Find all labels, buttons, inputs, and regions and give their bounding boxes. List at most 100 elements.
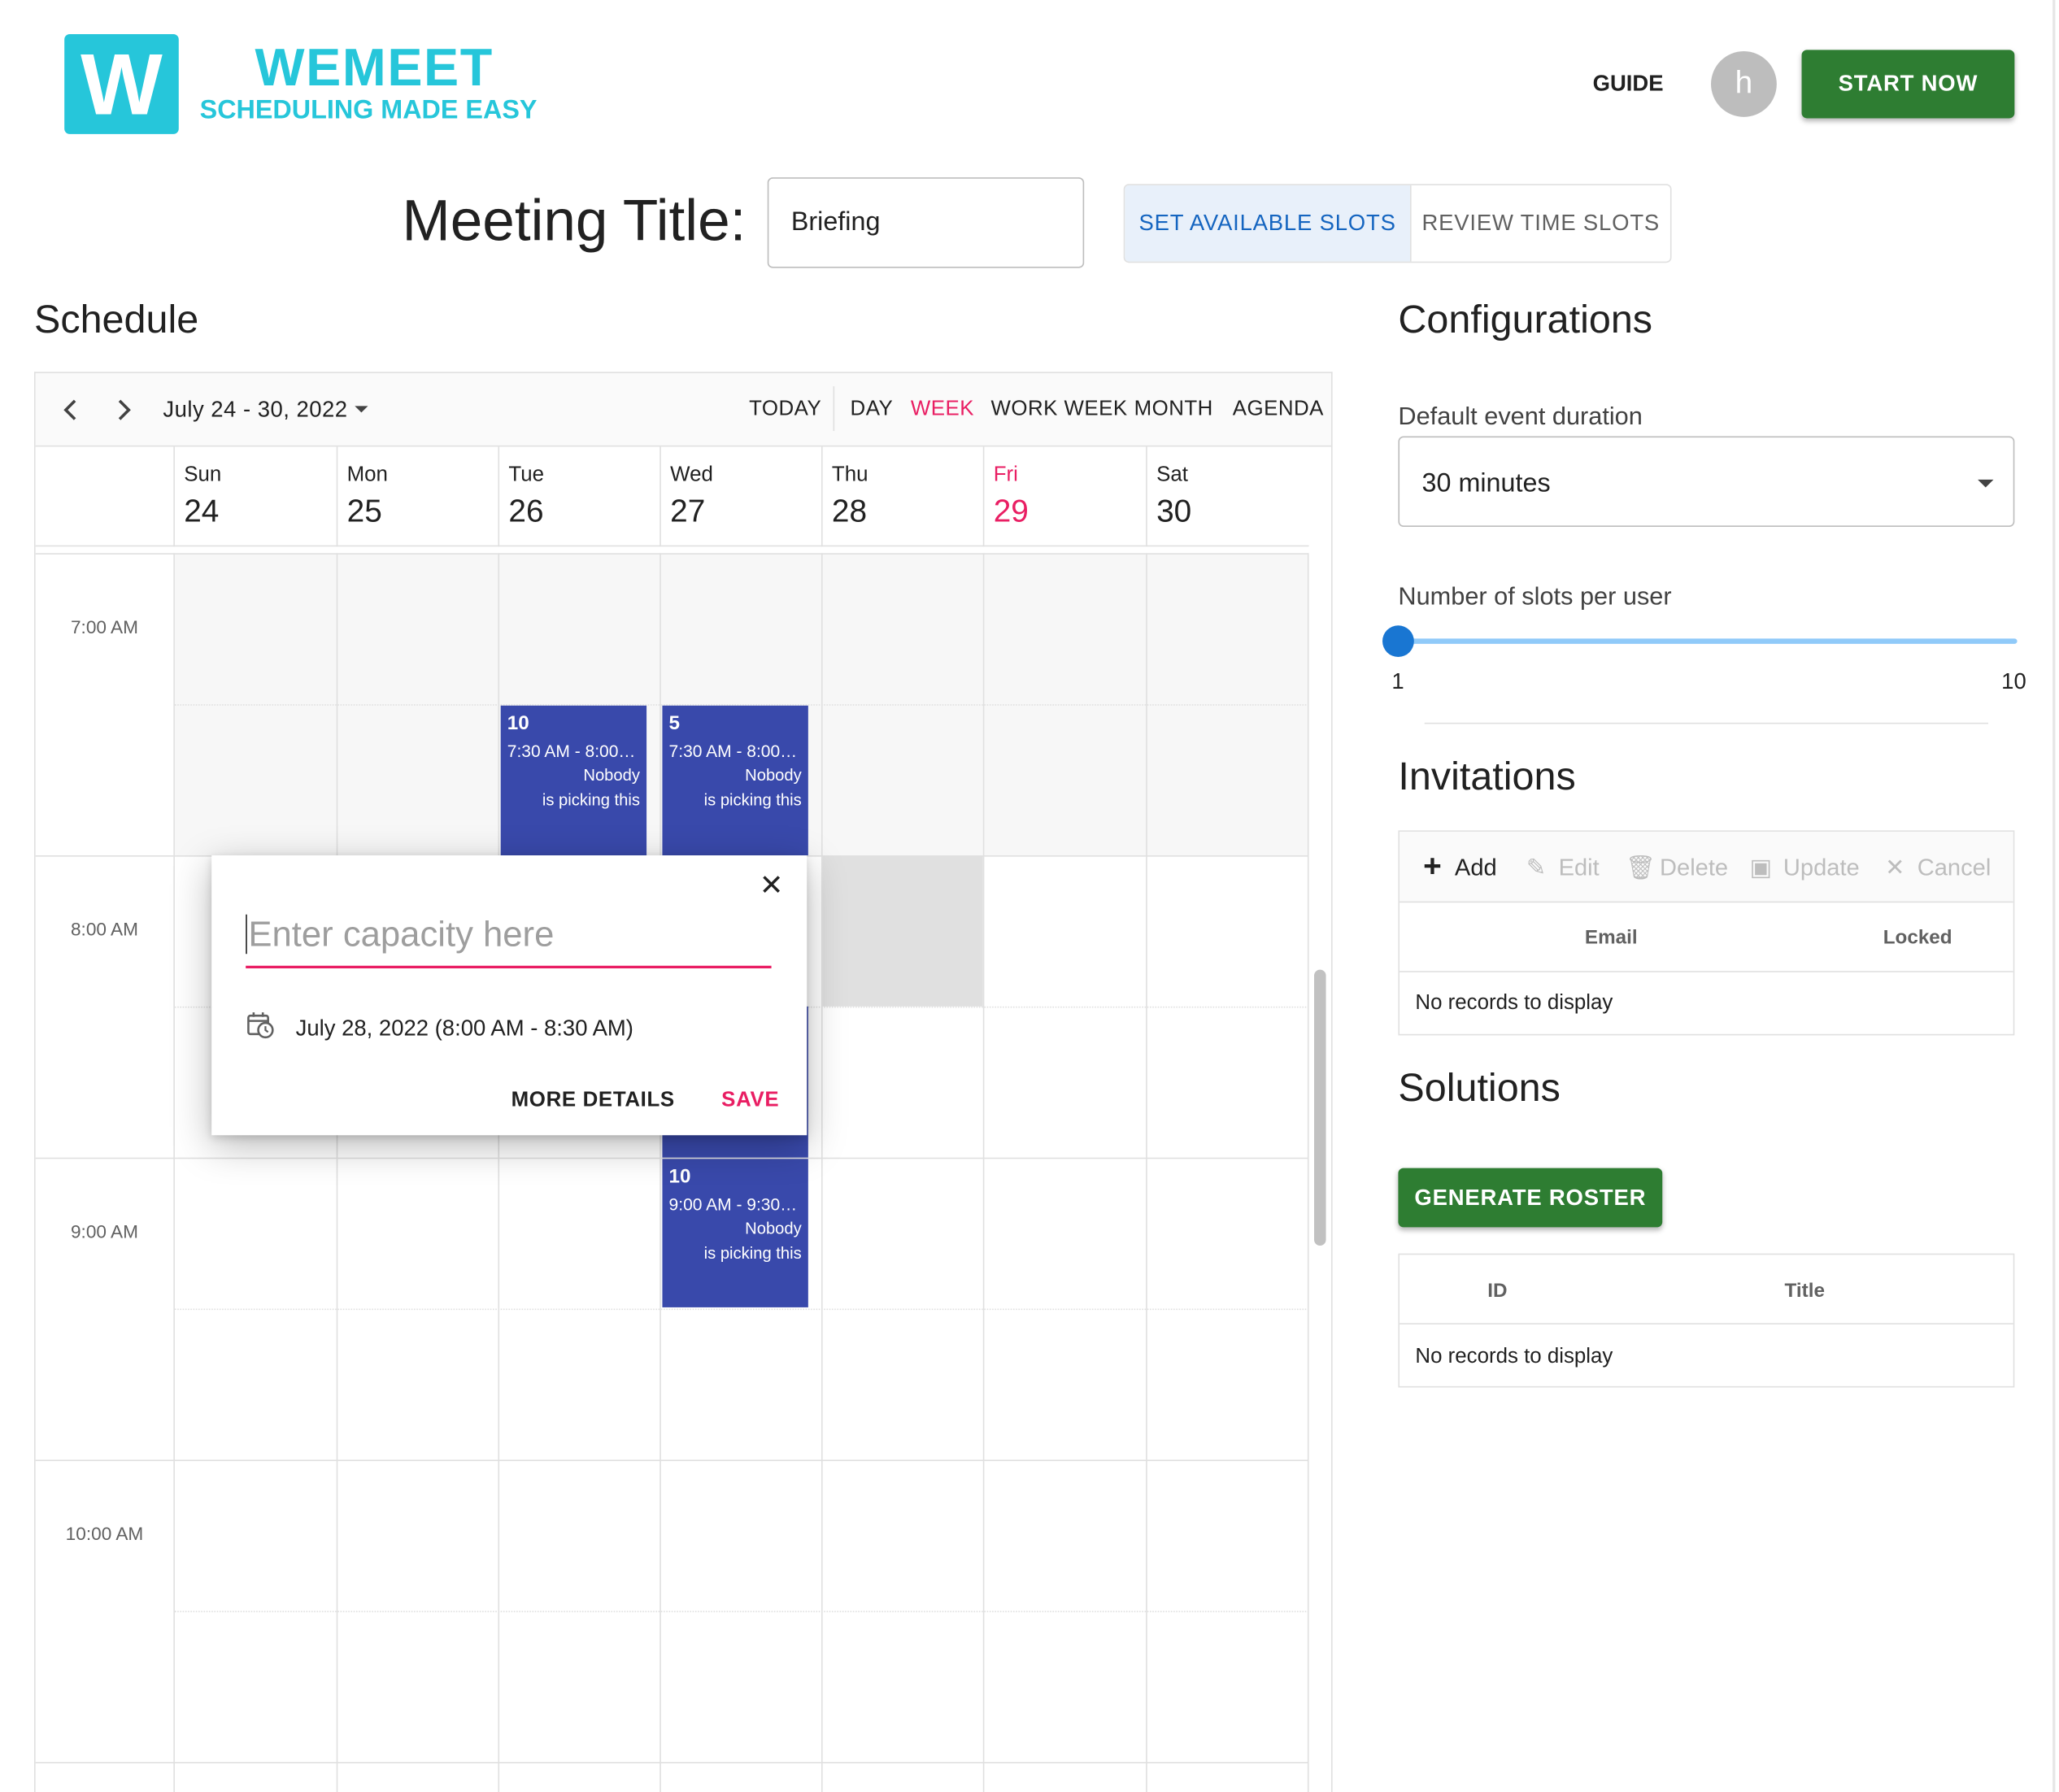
- edit-button[interactable]: ✎ Edit: [1525, 853, 1600, 882]
- day-header-mon[interactable]: Mon 25: [336, 446, 498, 547]
- hour-line: [35, 1459, 1309, 1461]
- slider-max-label: 10: [2001, 668, 2026, 694]
- day-header-sun[interactable]: Sun 24: [173, 446, 336, 547]
- half-hour-line: [173, 1308, 1309, 1311]
- day-number: 25: [346, 494, 382, 530]
- column-header-locked[interactable]: Locked: [1883, 926, 1952, 950]
- solutions-grid: ID Title No records to display: [1398, 1253, 2015, 1388]
- more-details-button[interactable]: MORE DETAILS: [511, 1088, 675, 1114]
- close-icon: ✕: [1885, 854, 1905, 881]
- view-agenda[interactable]: AGENDA: [1233, 397, 1324, 423]
- day-column-line: [982, 553, 985, 1792]
- meeting-title-input[interactable]: Briefing: [767, 177, 1085, 268]
- hour-line: [35, 1762, 1309, 1764]
- tab-set-available-slots[interactable]: SET AVAILABLE SLOTS: [1125, 185, 1412, 262]
- start-now-button[interactable]: START NOW: [1801, 50, 2015, 119]
- day-header-sat[interactable]: Sat 30: [1146, 446, 1308, 547]
- cancel-button[interactable]: ✕ Cancel: [1883, 853, 1992, 882]
- slots-label: Number of slots per user: [1398, 583, 1672, 611]
- delete-label: Delete: [1660, 854, 1729, 881]
- duration-select[interactable]: 30 minutes: [1398, 436, 2015, 528]
- solutions-title: Solutions: [1398, 1067, 1561, 1111]
- view-work-week[interactable]: WORK WEEK: [990, 397, 1127, 423]
- plus-icon: +: [1423, 848, 1442, 885]
- duration-label: Default event duration: [1398, 403, 1643, 432]
- chevron-left-icon[interactable]: [58, 395, 84, 424]
- view-day[interactable]: DAY: [851, 397, 894, 423]
- selected-time-cell[interactable]: [822, 855, 983, 1007]
- caret-down-icon: [1978, 479, 1994, 488]
- caret-down-icon[interactable]: [354, 405, 369, 415]
- update-button[interactable]: ▣ Update: [1749, 853, 1860, 882]
- event-title: 5: [668, 711, 681, 735]
- day-header-row: Sun 24 Mon 25 Tue 26 Wed 27 Thu 28 Fri 2…: [35, 446, 1309, 547]
- section-divider: [1424, 722, 1989, 724]
- date-range-label[interactable]: July 24 - 30, 2022: [163, 397, 347, 423]
- day-column-line: [1307, 553, 1309, 1792]
- tab-review-time-slots[interactable]: REVIEW TIME SLOTS: [1412, 185, 1670, 262]
- day-header-fri[interactable]: Fri 29: [982, 446, 1146, 547]
- event-block[interactable]: 10 9:00 AM - 9:30… Nobody is picking thi…: [662, 1159, 808, 1307]
- header-divider: [1400, 971, 2013, 972]
- calendar-clock-icon: [247, 1012, 274, 1039]
- event-time: 9:00 AM - 9:30…: [668, 1194, 798, 1215]
- day-name: Fri: [993, 463, 1018, 486]
- calendar-toolbar: July 24 - 30, 2022 TODAY DAY WEEK WORK W…: [35, 372, 1332, 447]
- slider-min-label: 1: [1391, 668, 1404, 694]
- delete-button[interactable]: 🗑 Delete: [1626, 853, 1728, 882]
- time-label: 9:00 AM: [70, 1220, 138, 1242]
- event-title: 10: [507, 711, 529, 735]
- event-subtitle: is picking this: [703, 790, 802, 810]
- day-number: 29: [993, 494, 1029, 530]
- day-number: 27: [670, 494, 706, 530]
- event-block[interactable]: 10 7:30 AM - 8:00… Nobody is picking thi…: [500, 705, 647, 856]
- quick-add-popover: ✕ Enter capacity here July 28, 2022 (8:0…: [211, 855, 807, 1136]
- day-column-line: [1146, 553, 1147, 1792]
- save-button[interactable]: SAVE: [721, 1088, 779, 1114]
- configurations-title: Configurations: [1398, 298, 1653, 342]
- day-name: Wed: [670, 463, 713, 486]
- event-subtitle: Nobody: [745, 766, 802, 785]
- day-header-tue[interactable]: Tue 26: [498, 446, 659, 547]
- day-column-line: [821, 553, 823, 1792]
- day-number: 26: [508, 494, 544, 530]
- invitations-title: Invitations: [1398, 755, 1576, 799]
- view-month[interactable]: MONTH: [1134, 397, 1213, 423]
- column-header-id[interactable]: ID: [1487, 1280, 1507, 1303]
- column-header-email[interactable]: Email: [1585, 926, 1638, 950]
- generate-roster-button[interactable]: GENERATE ROSTER: [1398, 1168, 1663, 1228]
- column-header-title[interactable]: Title: [1785, 1280, 1825, 1303]
- half-hour-line: [173, 1611, 1309, 1612]
- chevron-right-icon[interactable]: [111, 395, 137, 424]
- hour-line: [35, 553, 1309, 555]
- day-column-line: [336, 553, 338, 1792]
- day-column-line: [498, 553, 500, 1792]
- brand-name: WEMEET: [255, 39, 494, 98]
- day-header-thu[interactable]: Thu 28: [821, 446, 983, 547]
- event-subtitle: is picking this: [542, 790, 640, 810]
- meeting-title-label: Meeting Title:: [402, 189, 747, 254]
- guide-link[interactable]: GUIDE: [1593, 70, 1664, 99]
- empty-message: No records to display: [1415, 992, 1613, 1015]
- calendar-scrollbar[interactable]: [1314, 969, 1326, 1246]
- day-header-wed[interactable]: Wed 27: [659, 446, 821, 547]
- avatar[interactable]: h: [1711, 51, 1777, 117]
- day-number: 30: [1156, 494, 1192, 530]
- pencil-icon: ✎: [1526, 854, 1547, 881]
- today-button[interactable]: TODAY: [749, 397, 821, 423]
- time-label: 8:00 AM: [70, 918, 138, 940]
- slots-slider-track[interactable]: [1398, 638, 2018, 644]
- slots-slider-thumb[interactable]: [1382, 625, 1414, 657]
- day-name: Thu: [831, 463, 868, 486]
- header-divider: [1400, 1323, 2013, 1324]
- day-name: Mon: [346, 463, 388, 486]
- add-button[interactable]: + Add: [1421, 848, 1497, 885]
- popover-date: July 28, 2022 (8:00 AM - 8:30 AM): [295, 1016, 633, 1041]
- day-name: Tue: [508, 463, 544, 486]
- event-block[interactable]: 5 7:30 AM - 8:00… Nobody is picking this: [662, 705, 808, 856]
- trash-icon: 🗑: [1625, 854, 1656, 881]
- view-week[interactable]: WEEK: [911, 397, 974, 423]
- cancel-label: Cancel: [1917, 854, 1992, 881]
- capacity-input[interactable]: Enter capacity here: [246, 908, 772, 968]
- close-icon[interactable]: ✕: [758, 871, 784, 900]
